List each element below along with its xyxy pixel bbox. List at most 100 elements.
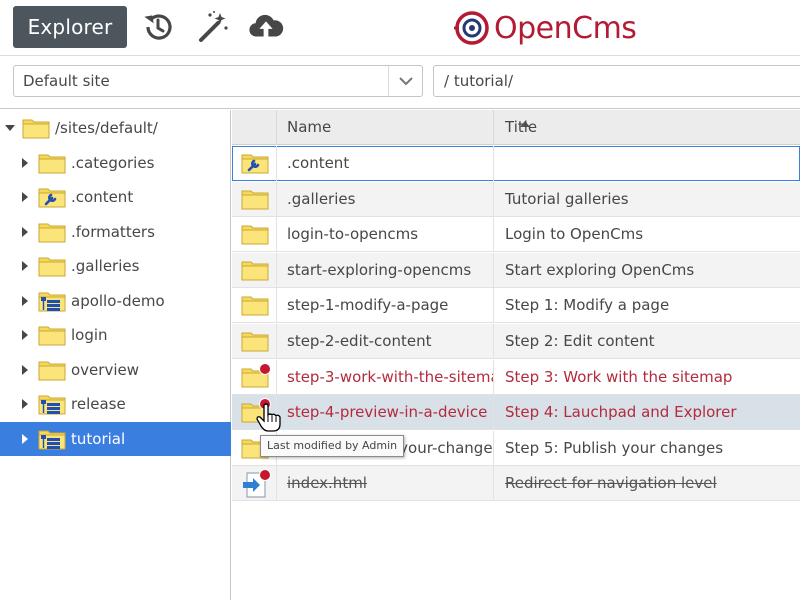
changed-state-dot (259, 469, 271, 482)
caret-right-icon[interactable] (20, 192, 30, 202)
table-row[interactable]: step-4-preview-in-a-device Step 4: Lauchp… (232, 395, 800, 431)
tree-item-formatters[interactable]: .formatters (0, 215, 231, 249)
row-title[interactable]: Step 3: Work with the sitemap (494, 360, 800, 395)
row-icon-cell[interactable] (232, 252, 277, 288)
tooltip: Last modified by Admin (260, 435, 405, 457)
row-title[interactable]: Step 5: Publish your changes (494, 431, 800, 466)
site-select-value: Default site (23, 72, 110, 90)
folder-icon (241, 294, 269, 316)
caret-right-icon[interactable] (20, 226, 30, 237)
caret-right-icon[interactable] (20, 364, 30, 375)
row-name[interactable]: step-2-edit-content (277, 324, 494, 359)
folder-sitemap-icon (38, 393, 66, 415)
caret-right-icon[interactable] (20, 433, 30, 444)
hand-cursor-icon (256, 403, 281, 432)
tree-item-label: .categories (71, 153, 155, 172)
explorer-button[interactable]: Explorer (13, 6, 127, 48)
tree-item-root[interactable]: /sites/default/ (0, 111, 231, 145)
tree-item-login[interactable]: login (0, 318, 231, 352)
folder-icon (38, 361, 66, 380)
folder-wrench-icon (38, 186, 66, 208)
folder-icon (38, 255, 66, 277)
table-row[interactable]: step-1-modify-a-page Step 1: Modify a pag… (232, 288, 800, 324)
site-select[interactable]: Default site (13, 65, 423, 97)
tree-item-categories[interactable]: .categories (0, 146, 231, 180)
table-row[interactable]: .galleries Tutorial galleries (232, 181, 800, 217)
row-icon-cell[interactable] (232, 324, 277, 359)
row-title[interactable]: Login to OpenCms (494, 217, 800, 252)
folder-icon (241, 223, 269, 245)
row-title[interactable]: Step 4: Lauchpad and Explorer (494, 395, 800, 430)
row-title[interactable]: Step 2: Edit content (494, 324, 800, 359)
row-icon-cell[interactable] (232, 466, 277, 502)
row-title[interactable]: Step 1: Modify a page (494, 288, 800, 323)
caret-right-icon[interactable] (20, 295, 30, 306)
tree-item-galleries[interactable]: .galleries (0, 249, 231, 283)
table-row[interactable]: step-3-work-with-the-sitemap Step 3: Work… (232, 359, 800, 395)
caret-right-icon[interactable] (20, 157, 30, 168)
row-name[interactable]: step-4-preview-in-a-device (277, 395, 494, 431)
magic-wand-icon[interactable] (195, 9, 231, 45)
folder-wrench-icon (241, 154, 269, 174)
tree-item-overview[interactable]: overview (0, 353, 231, 387)
caret-down-icon[interactable] (5, 123, 15, 133)
folder-icon (241, 296, 269, 316)
history-icon[interactable] (140, 9, 176, 45)
folder-icon (241, 261, 269, 281)
row-icon-cell[interactable] (232, 288, 277, 324)
folder-icon (38, 221, 66, 243)
changed-state-dot (259, 362, 271, 375)
tree-item-apollo-demo[interactable]: apollo-demo (0, 284, 231, 318)
row-name[interactable]: .galleries (277, 181, 494, 217)
row-icon-cell[interactable] (232, 181, 277, 217)
tree-item-label: .content (71, 188, 134, 206)
title-column-header[interactable]: Title (494, 110, 800, 145)
folder-sitemap-icon (38, 428, 66, 450)
row-name[interactable]: login-to-opencms (277, 217, 494, 253)
path-input[interactable]: / tutorial/ (433, 65, 800, 97)
file-table: Name Title .content .galleries Tutorial ga… (232, 110, 800, 600)
folder-sitemap-icon (38, 430, 66, 449)
folder-icon (241, 190, 269, 210)
row-name[interactable]: start-exploring-opencms (277, 252, 494, 288)
row-name[interactable]: .content (277, 146, 494, 181)
caret-right-icon[interactable] (20, 261, 30, 271)
row-title[interactable]: Redirect for navigation level (494, 466, 800, 501)
row-icon-cell[interactable] (232, 359, 277, 395)
name-header-label: Name (287, 118, 332, 136)
caret-right-icon[interactable] (20, 399, 30, 409)
row-icon-cell[interactable] (232, 146, 277, 181)
cloud-upload-icon[interactable] (248, 9, 284, 45)
logo-text: OpenCms (494, 10, 637, 46)
tree-item-release[interactable]: release (0, 387, 231, 421)
row-name[interactable]: step-1-modify-a-page (277, 288, 494, 324)
tree-item-tutorial[interactable]: tutorial (0, 421, 231, 456)
row-name[interactable]: step-3-work-with-the-sitemap (277, 359, 494, 395)
row-title[interactable]: Start exploring OpenCms (494, 253, 800, 288)
chevron-down-icon[interactable] (388, 66, 422, 96)
tree-item-label: /sites/default/ (55, 119, 158, 137)
row-icon-cell[interactable] (232, 217, 277, 253)
row-name[interactable]: index.html (277, 466, 494, 502)
row-title[interactable] (494, 146, 800, 181)
icon-column-header[interactable] (232, 110, 277, 145)
folder-icon (241, 330, 269, 352)
folder-icon (38, 326, 66, 346)
row-title[interactable]: Tutorial galleries (494, 182, 800, 217)
table-row[interactable]: login-to-opencms Login to OpenCms (232, 217, 800, 253)
folder-sitemap-icon (38, 395, 66, 415)
folder-sitemap-icon (38, 292, 66, 311)
table-row[interactable]: start-exploring-opencms Start exploring O… (232, 252, 800, 288)
table-row[interactable]: .content (232, 146, 800, 181)
opencms-logo-icon (454, 11, 489, 45)
tree-item-content[interactable]: .content (0, 180, 231, 214)
address-bar: Default site / tutorial/ (0, 57, 800, 109)
folder-icon (38, 257, 66, 277)
caret-right-icon[interactable] (20, 330, 30, 340)
name-column-header[interactable]: Name (277, 110, 530, 145)
table-row[interactable]: step-2-edit-content Step 2: Edit content (232, 324, 800, 359)
table-row[interactable]: index.html Redirect for navigation level (232, 466, 800, 502)
folder-icon (241, 332, 269, 352)
tree-item-label: login (71, 326, 108, 344)
folder-icon (241, 225, 269, 245)
